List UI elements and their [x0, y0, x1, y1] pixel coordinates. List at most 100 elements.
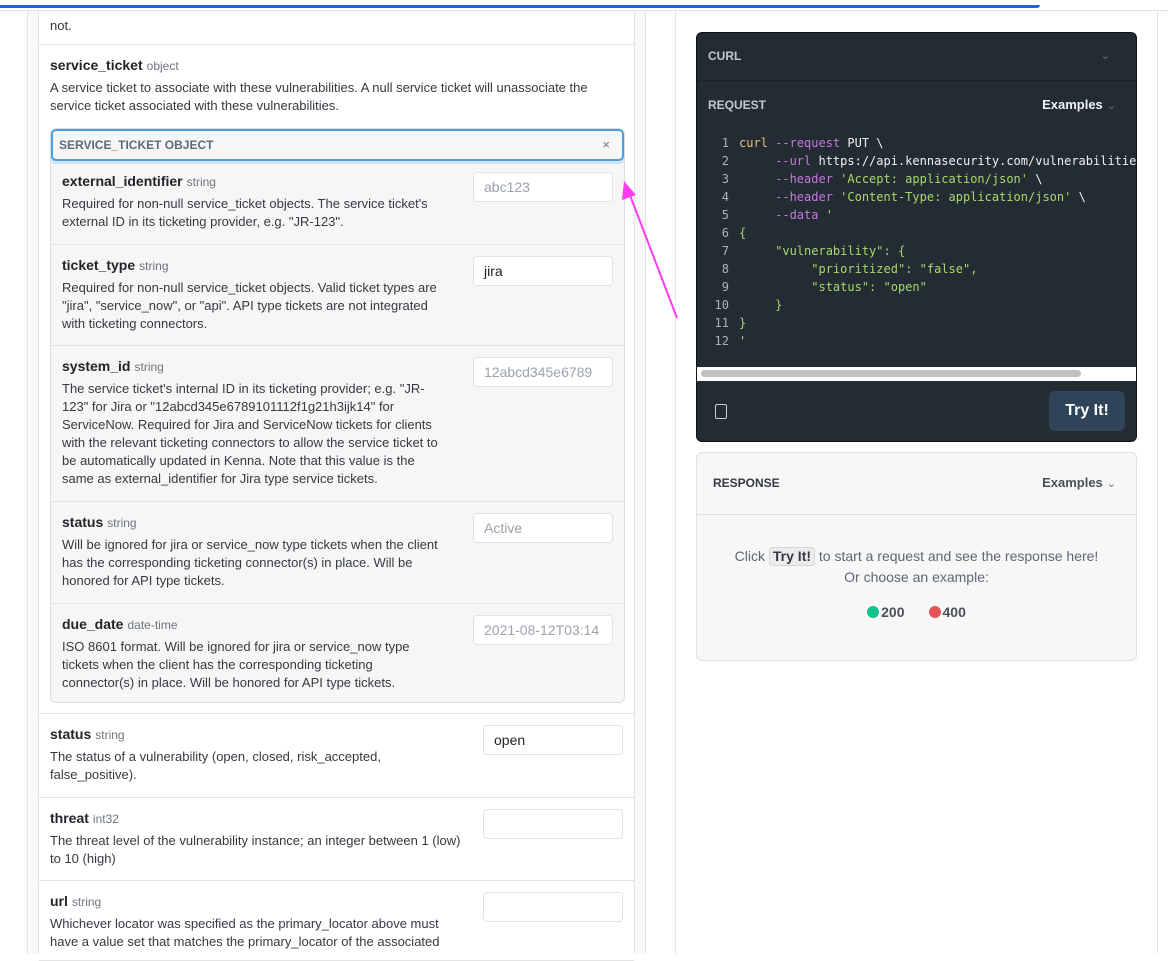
code-token: https://api.kennasecurity.com/vulnerabil… [811, 154, 1137, 168]
code-token: ' [825, 208, 833, 222]
code-token: 'Accept: application/json' [840, 172, 1028, 186]
object-header[interactable]: SERVICE_TICKET OBJECT × [51, 129, 624, 161]
code-token: ' [739, 334, 747, 348]
code-line: 11} [697, 314, 1136, 332]
threat-input[interactable] [483, 809, 623, 839]
msg-text: to start a request and see the response … [818, 548, 1099, 564]
example-400[interactable]: 400 [928, 604, 966, 620]
param-name: service_ticket [50, 57, 143, 73]
code-token: --header [775, 172, 833, 186]
code-block: 1 curl --request PUT \ 2 --url https://api… [697, 134, 1137, 350]
code-token: } [739, 316, 747, 330]
response-placeholder: Click Try It! to start a request and see… [697, 546, 1136, 588]
scrollbar-thumb[interactable] [701, 370, 1081, 377]
close-icon[interactable]: × [602, 131, 610, 159]
params-panel: not. service_ticket object A service tick… [27, 11, 646, 961]
code-token: } [739, 298, 783, 312]
param-type: int32 [92, 812, 119, 826]
code-line: 12 ' [697, 332, 1136, 350]
param-status: status string The status of a vulnerabili… [39, 714, 634, 798]
param-name: threat [50, 810, 89, 826]
example-200[interactable]: 200 [867, 604, 905, 620]
external-identifier-input[interactable]: abc123 [473, 172, 613, 202]
service-ticket-object: SERVICE_TICKET OBJECT × external_identifi… [50, 128, 625, 703]
code-line: 5 --data ' [697, 206, 1136, 224]
code-token: "status": "open" [739, 280, 927, 294]
ticket-type-select[interactable]: jira [473, 256, 613, 286]
response-examples-dropdown[interactable]: Examples ⌄ [1042, 475, 1116, 490]
param-external-identifier: external_identifier string Required for n… [51, 161, 624, 245]
param-url: url string Whichever locator was specifie… [39, 881, 634, 961]
line-number: 5 [721, 208, 729, 222]
code-line: 10 } [697, 296, 1136, 314]
request-label: REQUEST [708, 98, 767, 112]
divider [675, 11, 676, 954]
code-line: 4 --header 'Content-Type: application/js… [697, 188, 1136, 206]
examples-label: Examples [1042, 475, 1103, 490]
code-line: 9 "status": "open" [697, 278, 1136, 296]
chevron-down-icon: ⌄ [1106, 478, 1116, 490]
due-date-input[interactable]: 2021-08-12T03:14 [473, 615, 613, 645]
param-name: system_id [62, 358, 131, 374]
line-number: 4 [721, 190, 729, 204]
code-line: 8 "prioritized": "false", [697, 260, 1136, 278]
status-code: 200 [881, 604, 905, 620]
chevron-down-icon: ⌄ [1106, 100, 1116, 112]
param-due-date: due_date date-time ISO 8601 format. Will … [51, 604, 624, 702]
horizontal-scrollbar[interactable] [697, 367, 1136, 381]
code-token: --header [775, 190, 833, 204]
status-dot-icon [928, 606, 941, 618]
code-token: "prioritized": "false", [739, 262, 978, 276]
param-name: status [62, 514, 104, 530]
param-desc: Whichever locator was specified as the p… [50, 916, 440, 949]
url-input[interactable] [483, 892, 623, 922]
try-it-button[interactable]: Try It! [1049, 391, 1125, 431]
msg-text: Or choose an example: [844, 569, 989, 585]
code-token: --url [775, 154, 812, 168]
request-examples-dropdown[interactable]: Examples ⌄ [1042, 97, 1116, 112]
param-desc: The status of a vulnerability (open, clo… [50, 749, 381, 782]
param-desc: not. [50, 18, 72, 33]
param-status: status string Will be ignored for jira or… [51, 502, 624, 604]
code-line: 3 --header 'Accept: application/json' \ [697, 170, 1136, 188]
param-row-tail: not. [39, 11, 634, 45]
param-name: status [50, 726, 92, 742]
response-title: RESPONSE [713, 476, 780, 490]
param-desc: The threat level of the vulnerability in… [50, 833, 461, 866]
line-number: 10 [714, 298, 729, 312]
param-type: object [146, 59, 179, 73]
param-desc: ISO 8601 format. Will be ignored for jir… [62, 639, 410, 690]
param-type: string [107, 516, 137, 530]
clipboard-icon[interactable] [715, 404, 727, 419]
code-token: "vulnerability": { [739, 244, 906, 258]
status-dot-icon [867, 606, 880, 618]
system-id-input[interactable]: 12abcd345e6789 [473, 357, 613, 387]
line-number: 2 [721, 154, 729, 168]
line-number: 6 [721, 226, 729, 240]
msg-text: Click [734, 548, 766, 564]
address-bar-edge [0, 5, 1040, 8]
chevron-down-icon[interactable]: ⌄ [1101, 49, 1110, 62]
status-input[interactable]: Active [473, 513, 613, 543]
param-type: string [134, 360, 164, 374]
status-input[interactable]: open [483, 725, 623, 755]
code-token: \ [1071, 190, 1086, 204]
example-codes: 200 400 [697, 604, 1136, 620]
param-name: due_date [62, 616, 124, 632]
param-service-ticket: service_ticket object A service ticket to… [39, 45, 634, 714]
curl-panel: CURL ⌄ REQUEST Examples ⌄ 1 curl --request… [696, 32, 1137, 442]
param-name: url [50, 893, 68, 909]
examples-label: Examples [1042, 97, 1103, 112]
param-type: string [95, 728, 125, 742]
param-desc: Required for non-null service_ticket obj… [62, 196, 428, 229]
code-token: curl [739, 136, 768, 150]
body-params-card: not. service_ticket object A service tick… [38, 11, 635, 961]
object-title: SERVICE_TICKET OBJECT [59, 138, 214, 152]
response-panel: RESPONSE Examples ⌄ Click Try It! to star… [696, 452, 1137, 661]
code-token: { [739, 226, 747, 240]
line-number: 8 [721, 262, 729, 276]
